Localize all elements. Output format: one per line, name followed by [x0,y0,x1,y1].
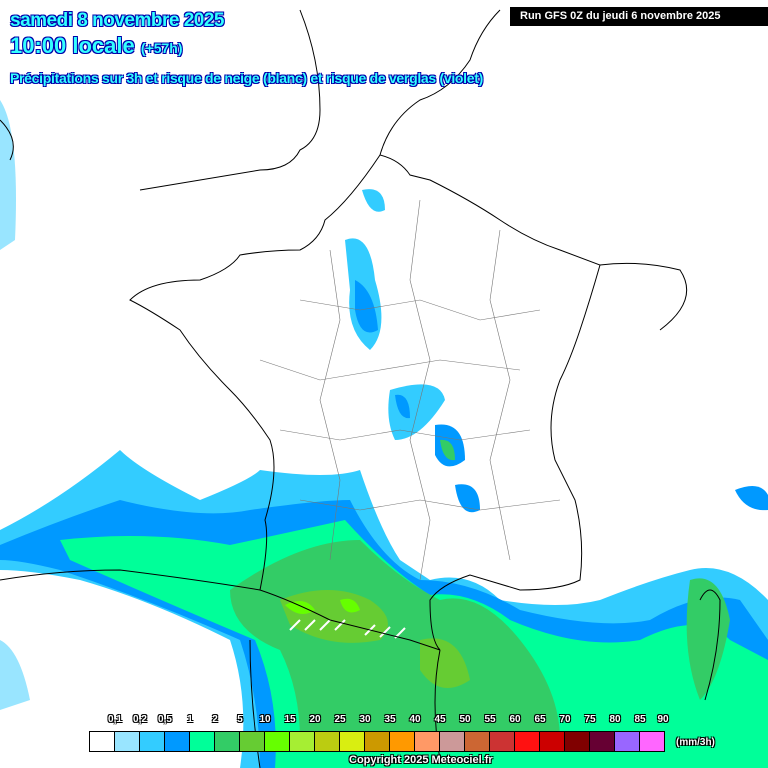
legend-label: 0,1 [108,714,122,725]
legend-label: 5 [237,714,243,725]
legend-swatch [565,732,590,751]
color-legend [89,731,665,752]
legend-label: 2 [212,714,218,725]
legend-label: 20 [309,714,321,725]
legend-swatch [465,732,490,751]
legend-swatch [590,732,615,751]
forecast-time: 10:00 locale (+57h) [10,33,183,59]
legend-swatch [165,732,190,751]
legend-label: 35 [384,714,396,725]
copyright: Copyright 2025 Meteociel.fr [349,754,493,766]
legend-label: 80 [609,714,621,725]
legend-label: 40 [409,714,421,725]
legend-swatch [265,732,290,751]
legend-label: 25 [334,714,346,725]
legend-label: 1 [187,714,193,725]
legend-label: 10 [259,714,271,725]
legend-label: 65 [534,714,546,725]
legend-swatch [390,732,415,751]
legend-swatch [540,732,565,751]
legend-swatch [340,732,365,751]
legend-label: 60 [509,714,521,725]
legend-label: 70 [559,714,571,725]
legend-swatch [290,732,315,751]
legend-swatch [490,732,515,751]
legend-swatch [365,732,390,751]
legend-label: 75 [584,714,596,725]
legend-label: 0,2 [133,714,147,725]
legend-swatch [515,732,540,751]
legend-unit: (mm/3h) [676,737,715,748]
model-run-label: Run GFS 0Z du jeudi 6 novembre 2025 [510,7,768,26]
precipitation-map [0,9,768,768]
legend-swatch [140,732,165,751]
legend-label: 50 [459,714,471,725]
legend-label: 30 [359,714,371,725]
legend-swatch [215,732,240,751]
precip-areas [0,100,768,768]
legend-label: 15 [284,714,296,725]
legend-swatch [115,732,140,751]
legend-swatch [240,732,265,751]
map-subtitle: Précipitations sur 3h et risque de neige… [10,70,483,86]
local-time: 10:00 locale [10,33,135,58]
legend-swatch [615,732,640,751]
legend-label: 45 [434,714,446,725]
legend-swatch [315,732,340,751]
legend-swatch [640,732,664,751]
legend-label: 55 [484,714,496,725]
forecast-offset: (+57h) [140,40,183,56]
legend-label: 90 [657,714,669,725]
legend-swatch [190,732,215,751]
legend-swatch [90,732,115,751]
weather-map: samedi 8 novembre 2025 10:00 locale (+57… [0,0,768,768]
legend-label: 85 [634,714,646,725]
forecast-date: samedi 8 novembre 2025 [10,10,224,31]
legend-swatch [415,732,440,751]
legend-swatch [440,732,465,751]
legend-label: 0,5 [158,714,172,725]
